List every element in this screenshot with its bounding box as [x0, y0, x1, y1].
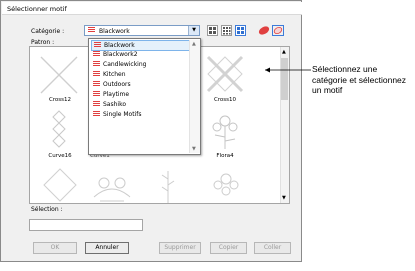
scroll-down-icon[interactable]: ▼: [282, 195, 286, 201]
callout-arrow-icon: [265, 67, 311, 73]
scroll-up-icon[interactable]: ▲: [282, 49, 286, 55]
stitch-icon: [88, 27, 95, 34]
motif-flower[interactable]: [206, 169, 246, 204]
dropdown-item[interactable]: Sashiko: [91, 100, 189, 109]
dropdown-item[interactable]: Single Motifs: [91, 110, 189, 119]
stitch-icon: [93, 111, 100, 118]
small-grid-icon[interactable]: [235, 25, 246, 36]
motif-label-flora4: Flora4: [216, 153, 234, 159]
stitch-icon: [93, 71, 100, 78]
stitch-icon: [93, 51, 100, 58]
motif-ornament[interactable]: [90, 171, 134, 204]
dropdown-scrollbar[interactable]: ▲ ▼: [189, 40, 200, 153]
outline-icon[interactable]: [272, 25, 284, 36]
scroll-down-icon[interactable]: ▼: [192, 146, 196, 152]
scrollbar-thumb[interactable]: [281, 58, 288, 100]
motif-stem[interactable]: [158, 169, 178, 204]
motif-cross10[interactable]: [202, 53, 248, 97]
callout-text: Sélectionnez une catégorie et sélectionn…: [312, 64, 407, 95]
motif-curve16[interactable]: [49, 109, 69, 151]
category-select[interactable]: Blackwork ▼: [84, 25, 200, 36]
motif-label-cross12: Cross12: [48, 97, 72, 103]
category-label: Catégorie :: [31, 28, 65, 35]
paste-button[interactable]: Coller: [254, 242, 291, 254]
motif-diamond[interactable]: [40, 165, 80, 204]
stitch-icon: [93, 61, 100, 68]
pattern-label: Patron :: [31, 39, 55, 46]
copy-button[interactable]: Copier: [210, 242, 247, 254]
dialog-title: Sélectionner motif: [7, 5, 67, 13]
stitch-icon: [93, 81, 100, 88]
motif-cross12[interactable]: [37, 53, 81, 97]
chevron-down-icon[interactable]: ▼: [188, 26, 199, 35]
stitch-icon: [93, 101, 100, 108]
color-icon[interactable]: [258, 25, 270, 36]
stitch-icon: [93, 91, 100, 98]
medium-grid-icon[interactable]: [221, 25, 232, 36]
motif-label-cross10: Cross10: [213, 97, 237, 103]
category-dropdown-list[interactable]: Blackwork Blackwork2 Candlewicking Kitch…: [88, 38, 201, 155]
dropdown-item[interactable]: Playtime: [91, 90, 189, 99]
category-select-value: Blackwork: [99, 28, 130, 35]
cancel-button[interactable]: Annuler: [85, 242, 129, 254]
motif-flora4[interactable]: [205, 109, 245, 151]
ok-button[interactable]: OK: [33, 242, 77, 254]
delete-button[interactable]: Supprimer: [159, 242, 201, 254]
scroll-up-icon[interactable]: ▲: [192, 41, 196, 47]
stitch-icon: [94, 42, 101, 49]
dropdown-item[interactable]: Candlewicking: [91, 60, 189, 69]
selection-label: Sélection :: [31, 206, 63, 213]
dropdown-item[interactable]: Blackwork2: [91, 50, 189, 59]
dropdown-item[interactable]: Kitchen: [91, 70, 189, 79]
dialog-titlebar: Sélectionner motif: [2, 2, 302, 15]
large-grid-icon[interactable]: [207, 25, 218, 36]
dropdown-item[interactable]: Outdoors: [91, 80, 189, 89]
selection-field[interactable]: [29, 219, 143, 231]
motif-label-curve16: Curve16: [48, 153, 72, 159]
